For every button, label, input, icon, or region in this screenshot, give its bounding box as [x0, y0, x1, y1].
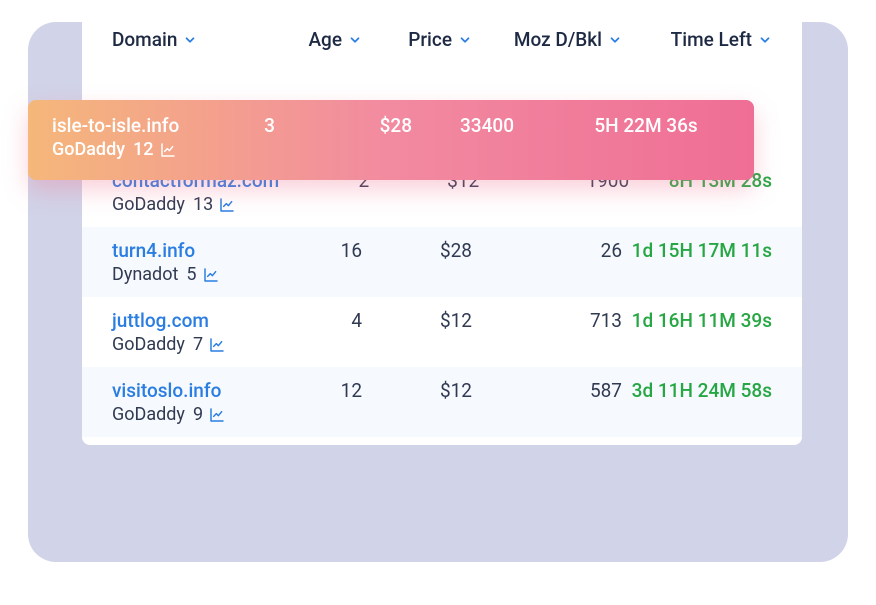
domain-cell: visitoslo.infoGoDaddy 9: [112, 379, 272, 425]
column-label: Price: [408, 28, 452, 51]
price-cell: $12: [362, 379, 472, 402]
price-cell: $28: [362, 239, 472, 262]
column-label: Moz D/Bkl: [514, 28, 602, 51]
chevron-down-icon: [458, 33, 472, 47]
domain-table-card: Domain Age Price Moz D/Bkl Time Left: [82, 0, 802, 445]
backlink-count: 7: [193, 334, 203, 355]
highlighted-row[interactable]: isle-to-isle.info GoDaddy 12 3 $28 33400…: [28, 100, 754, 180]
domain-cell: turn4.infoDynadot 5: [112, 239, 272, 285]
time-left-cell: 3d 11H 24M 58s: [622, 379, 772, 402]
domain-cell: juttlog.comGoDaddy 7: [112, 309, 272, 355]
domain-link[interactable]: visitoslo.info: [112, 379, 272, 402]
chart-icon[interactable]: [203, 267, 219, 283]
age-cell: 4: [272, 309, 362, 332]
registrar-line: GoDaddy 7: [112, 334, 272, 355]
table-row[interactable]: juttlog.comGoDaddy 7 4$127131d 16H 11M 39s: [82, 297, 802, 367]
hero-time-cell: 5H 22M 36s: [562, 114, 730, 137]
table-row[interactable]: visitoslo.infoGoDaddy 9 12$125873d 11H 24M…: [82, 367, 802, 437]
age-cell: 16: [272, 239, 362, 262]
moz-cell: 26: [472, 239, 622, 262]
column-header-price[interactable]: Price: [362, 28, 472, 51]
hero-domain-cell: isle-to-isle.info GoDaddy 12: [52, 114, 242, 160]
registrar-line: Dynadot 5: [112, 264, 272, 285]
chevron-down-icon: [183, 33, 197, 47]
column-header-time[interactable]: Time Left: [622, 28, 772, 51]
backlink-count: 5: [186, 264, 196, 285]
chart-icon[interactable]: [209, 407, 225, 423]
column-label: Age: [308, 28, 342, 51]
registrar-name: Dynadot: [112, 264, 178, 285]
column-label: Domain: [112, 28, 177, 51]
hero-price-cell: $28: [297, 114, 412, 137]
chevron-down-icon: [348, 33, 362, 47]
domain-name: isle-to-isle.info: [52, 114, 242, 137]
table-header-row: Domain Age Price Moz D/Bkl Time Left: [82, 0, 802, 73]
chevron-down-icon: [758, 33, 772, 47]
chart-icon[interactable]: [209, 337, 225, 353]
chart-icon[interactable]: [219, 197, 235, 213]
domain-link[interactable]: juttlog.com: [112, 309, 272, 332]
moz-cell: 587: [472, 379, 622, 402]
chart-icon[interactable]: [160, 142, 176, 158]
age-cell: 12: [272, 379, 362, 402]
column-label: Time Left: [671, 28, 752, 51]
backlink-count: 13: [193, 194, 213, 215]
registrar-line: GoDaddy 9: [112, 404, 272, 425]
registrar-name: GoDaddy: [52, 139, 125, 160]
registrar-line: GoDaddy 12: [52, 139, 242, 160]
hero-moz-cell: 33400: [412, 114, 562, 137]
hero-age-cell: 3: [242, 114, 297, 137]
backlink-count: 12: [133, 139, 153, 160]
chevron-down-icon: [608, 33, 622, 47]
column-header-age[interactable]: Age: [272, 28, 362, 51]
domain-link[interactable]: turn4.info: [112, 239, 272, 262]
column-header-moz[interactable]: Moz D/Bkl: [472, 28, 622, 51]
moz-cell: 713: [472, 309, 622, 332]
time-left-cell: 1d 15H 17M 11s: [622, 239, 772, 262]
registrar-line: GoDaddy 13: [112, 194, 279, 215]
registrar-name: GoDaddy: [112, 194, 185, 215]
backlink-count: 9: [193, 404, 203, 425]
time-left-cell: 1d 16H 11M 39s: [622, 309, 772, 332]
table-row[interactable]: turn4.infoDynadot 5 16$28261d 15H 17M 11s: [82, 227, 802, 297]
registrar-name: GoDaddy: [112, 404, 185, 425]
price-cell: $12: [362, 309, 472, 332]
registrar-name: GoDaddy: [112, 334, 185, 355]
column-header-domain[interactable]: Domain: [112, 28, 272, 51]
